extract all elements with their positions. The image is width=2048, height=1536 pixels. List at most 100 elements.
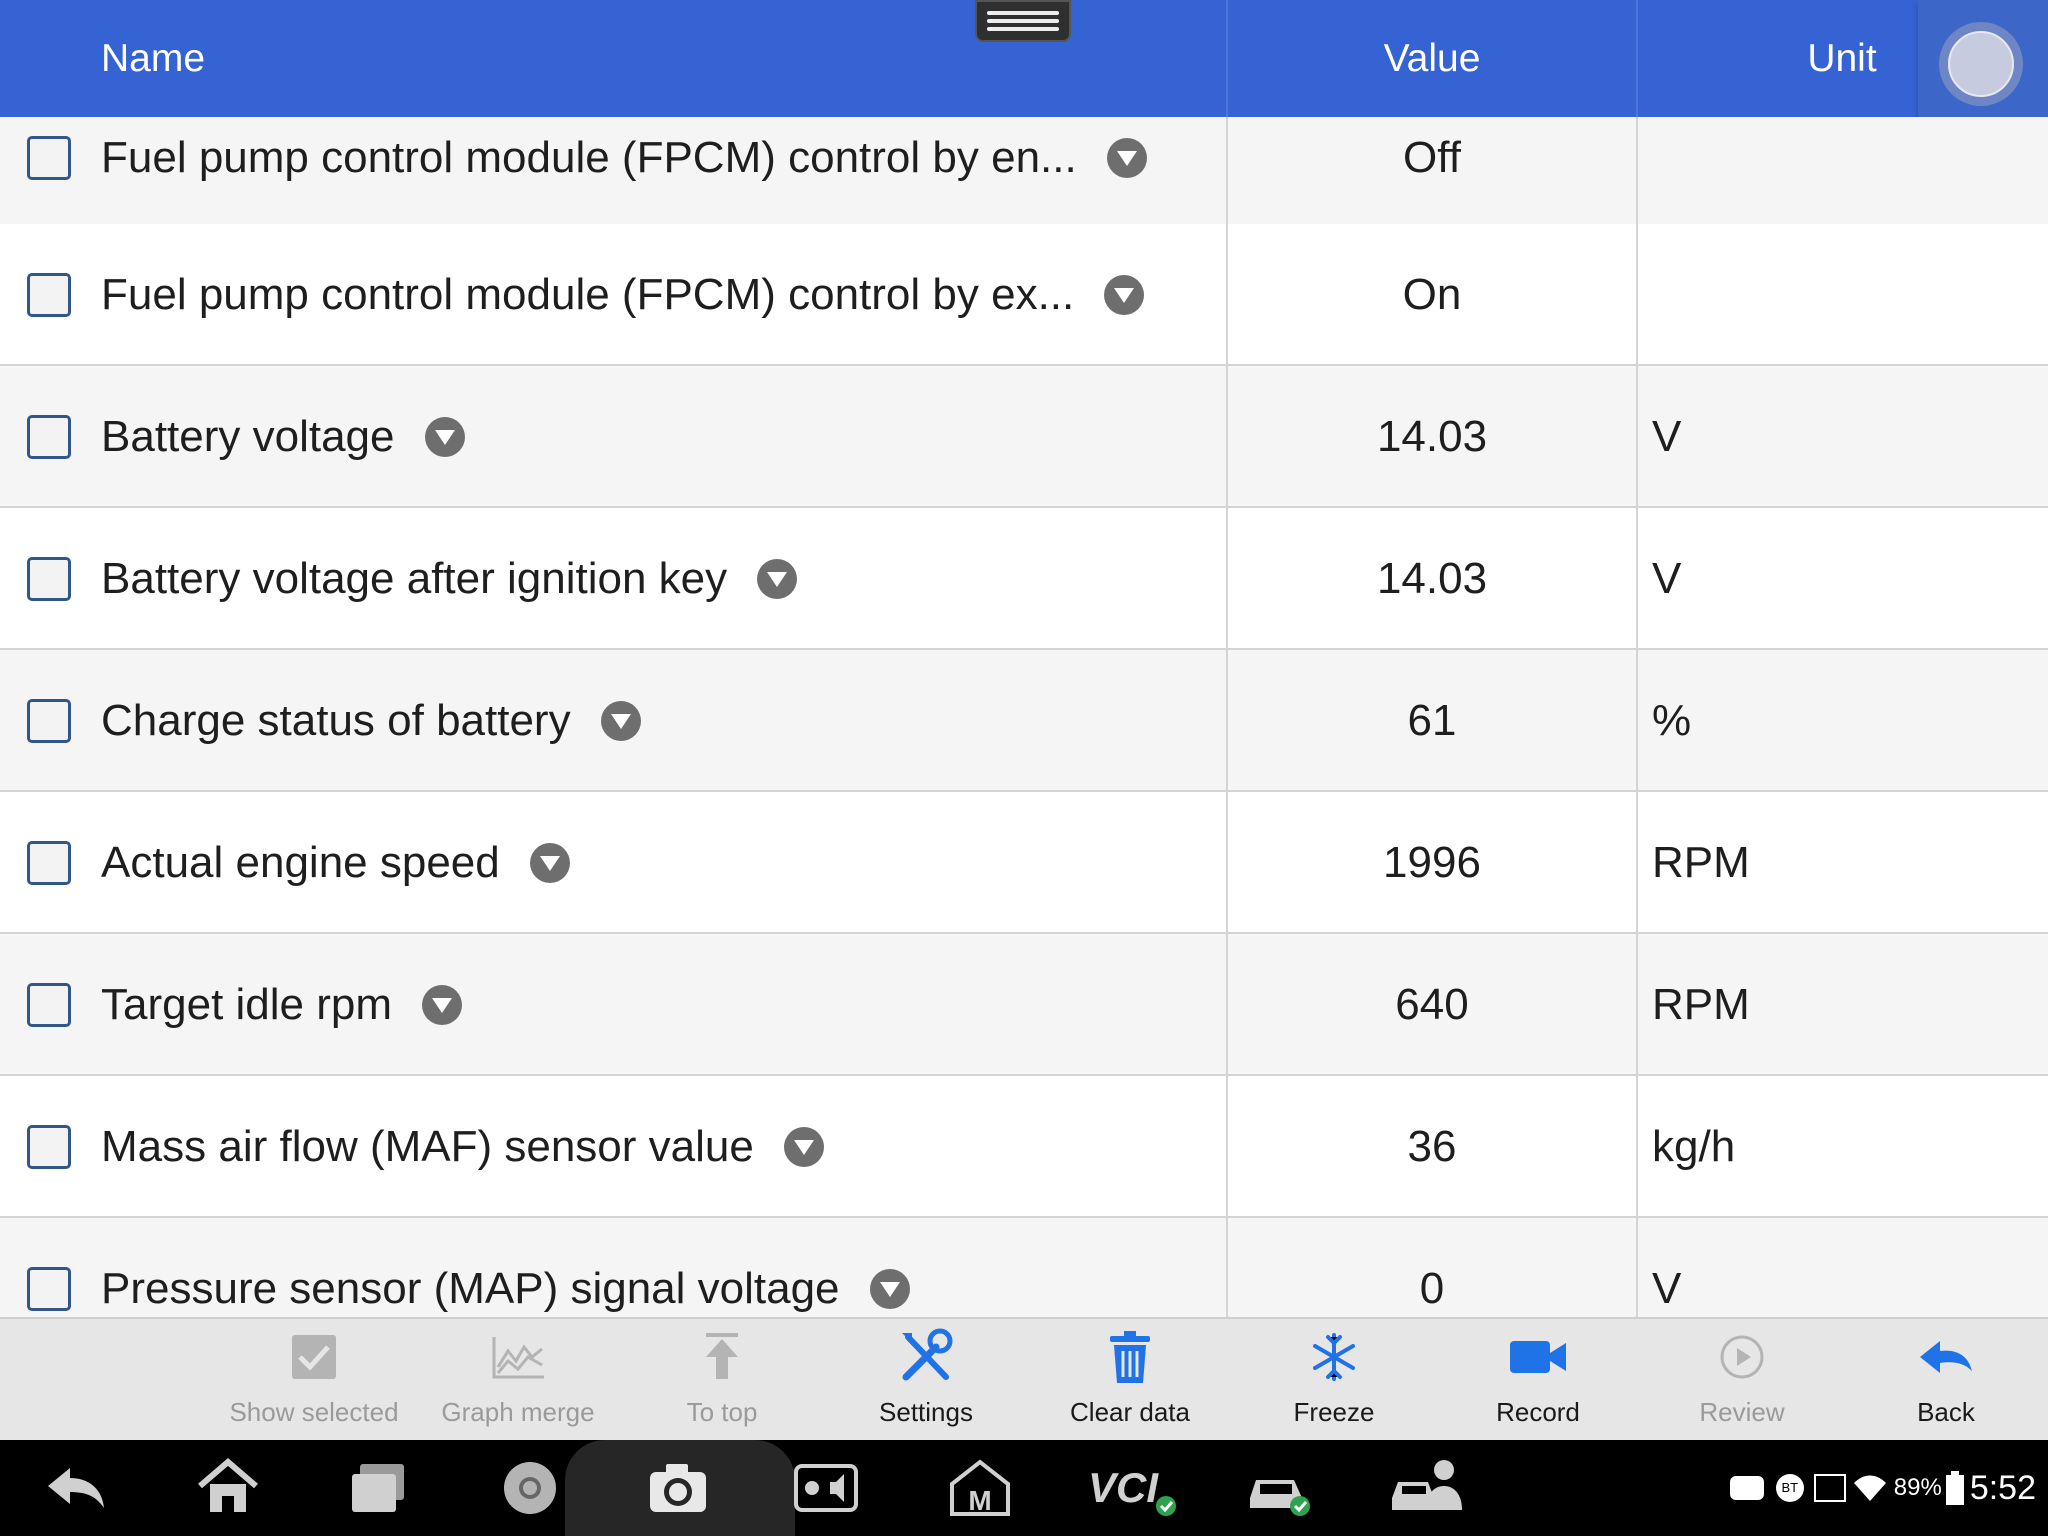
snowflake-icon [1313,1333,1355,1381]
parameter-unit: V [1652,412,1682,461]
parameter-name: Pressure sensor (MAP) signal voltage [101,1264,840,1313]
parameter-name: Battery voltage after ignition key [101,554,728,603]
status-bar: BT 89% 5:52 [1729,1440,2036,1536]
parameter-name: Target idle rpm [101,980,393,1029]
column-divider [1226,117,1228,1317]
parameter-name: Mass air flow (MAF) sensor value [101,1122,754,1171]
expand-dropdown-icon[interactable] [783,1127,824,1167]
parameter-unit: kg/h [1652,1122,1736,1171]
chat-notification-icon [1729,1476,1764,1500]
row-checkbox[interactable] [27,273,71,317]
show-selected-label: Show selected [229,1397,399,1427]
show-selected-button[interactable]: Show selected [214,1319,414,1440]
parameter-unit: % [1652,696,1692,745]
clear-data-label: Clear data [1070,1397,1190,1427]
play-circle-icon [1720,1335,1764,1379]
recent-apps-icon[interactable] [346,1458,410,1518]
expand-dropdown-icon[interactable] [1106,138,1147,178]
clock: 5:52 [1969,1468,2036,1507]
parameter-unit: RPM [1652,980,1750,1029]
parameter-value: Off [1403,133,1461,182]
table-row[interactable]: Battery voltage after ignition key 14.03… [0,508,2048,650]
record-label: Record [1496,1397,1580,1427]
tools-settings-icon [902,1328,953,1381]
svg-text:M: M [968,1485,991,1516]
table-row[interactable]: Charge status of battery 61 % [0,650,2048,792]
browser-icon[interactable] [498,1458,562,1518]
review-label: Review [1699,1397,1785,1427]
row-checkbox[interactable] [27,557,71,601]
column-header-value[interactable]: Value [1227,0,1637,117]
table-row[interactable]: Pressure sensor (MAP) signal voltage 0 V [0,1218,2048,1317]
graph-merge-button[interactable]: Graph merge [418,1319,618,1440]
to-top-arrow-icon [706,1333,738,1379]
expand-dropdown-icon[interactable] [529,843,570,883]
trash-icon [1110,1331,1150,1383]
column-divider [1636,117,1638,1317]
freeze-label: Freeze [1293,1397,1375,1427]
battery-icon [1945,1471,1964,1505]
graph-merge-icon [492,1337,544,1379]
parameter-name: Fuel pump control module (FPCM) control … [101,270,1075,319]
expand-dropdown-icon[interactable] [869,1269,910,1309]
back-arrow-icon [1920,1341,1972,1373]
parameter-name: Actual engine speed [101,838,500,887]
wifi-icon [1853,1475,1886,1501]
expand-dropdown-icon[interactable] [422,985,463,1025]
camera-icon[interactable] [646,1458,710,1518]
column-header-name[interactable]: Name [101,0,205,117]
parameter-unit: V [1652,554,1682,603]
vehicle-connected-icon[interactable] [1246,1458,1310,1518]
graph-merge-label: Graph merge [441,1397,595,1427]
live-data-table: Fuel pump control module (FPCM) control … [0,117,2048,1317]
network-disconnected-icon [1813,1474,1846,1502]
bluetooth-icon: BT [1775,1474,1804,1502]
record-button[interactable]: Record [1438,1319,1638,1440]
maxifix-icon[interactable]: M [948,1458,1012,1518]
svg-text:VCI: VCI [1088,1464,1159,1511]
to-top-button[interactable]: To top [622,1319,822,1440]
remote-support-icon[interactable] [1388,1456,1468,1516]
expand-dropdown-icon[interactable] [757,559,798,599]
parameter-name: Fuel pump control module (FPCM) control … [101,133,1077,182]
clear-data-button[interactable]: Clear data [1030,1319,1230,1440]
row-checkbox[interactable] [27,699,71,743]
vci-icon[interactable]: VCI [1086,1458,1176,1518]
back-button[interactable]: Back [1846,1319,2046,1440]
expand-dropdown-icon[interactable] [600,701,641,741]
home-icon[interactable] [196,1456,260,1516]
table-row[interactable]: Fuel pump control module (FPCM) control … [0,224,2048,366]
table-row[interactable]: Target idle rpm 640 RPM [0,934,2048,1076]
row-checkbox[interactable] [27,1267,71,1311]
parameter-unit: RPM [1652,838,1750,887]
display-settings-icon[interactable] [794,1458,858,1518]
row-checkbox[interactable] [27,983,71,1027]
table-row[interactable]: Mass air flow (MAF) sensor value 36 kg/h [0,1076,2048,1218]
bottom-toolbar: Show selected Graph merge To top Setting… [0,1317,2048,1440]
back-icon[interactable] [44,1458,108,1518]
parameter-name: Battery voltage [101,412,395,461]
checkbox-checked-icon [292,1335,336,1379]
table-row[interactable]: Battery voltage 14.03 V [0,366,2048,508]
parameter-value: 1996 [1383,838,1481,887]
row-checkbox[interactable] [27,136,71,180]
parameter-value: 36 [1407,1122,1457,1171]
drag-handle-icon[interactable] [975,0,1071,42]
review-button[interactable]: Review [1642,1319,1842,1440]
freeze-button[interactable]: Freeze [1234,1319,1434,1440]
battery-percent: 89% [1893,1474,1942,1501]
settings-button[interactable]: Settings [826,1319,1026,1440]
row-checkbox[interactable] [27,841,71,885]
parameter-value: 14.03 [1376,554,1488,603]
expand-dropdown-icon[interactable] [424,417,465,457]
parameter-name: Charge status of battery [101,696,571,745]
table-row[interactable]: Actual engine speed 1996 RPM [0,792,2048,934]
parameter-unit: V [1652,1264,1682,1313]
parameter-value: 14.03 [1376,412,1488,461]
expand-dropdown-icon[interactable] [1104,275,1145,315]
row-checkbox[interactable] [27,1125,71,1169]
parameter-value: On [1402,270,1462,319]
floating-menu-button[interactable] [1918,0,2048,128]
row-checkbox[interactable] [27,415,71,459]
parameter-value: 61 [1407,696,1457,745]
